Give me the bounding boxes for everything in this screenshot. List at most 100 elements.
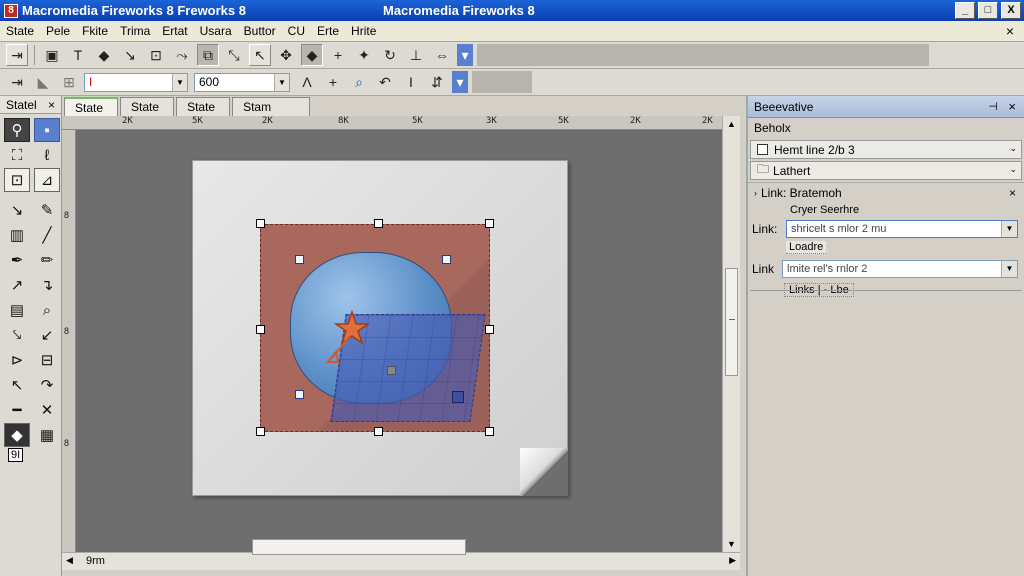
plus-icon[interactable]: +: [322, 71, 344, 93]
hotspot-tool-icon[interactable]: ↖: [4, 373, 30, 397]
menu-trima[interactable]: Trima: [114, 24, 156, 38]
chevron-down-icon[interactable]: ▼: [172, 73, 187, 91]
loadre-text[interactable]: Loadre: [786, 240, 827, 254]
text-tool-icon[interactable]: T: [67, 44, 89, 66]
checkbox[interactable]: [757, 144, 768, 155]
group-icon[interactable]: ⧉: [197, 44, 219, 66]
expand-arrow-icon[interactable]: ›: [754, 188, 757, 198]
zoom-icon[interactable]: ⌕: [348, 71, 370, 93]
tab-state-3[interactable]: State: [176, 97, 231, 116]
selection-handle[interactable]: [256, 427, 265, 436]
color-field[interactable]: I ▼: [84, 72, 188, 92]
select-behind-icon[interactable]: ▪: [34, 118, 60, 142]
scroll-left-icon[interactable]: ◀: [66, 555, 73, 566]
subselect-tool-icon[interactable]: ↘: [4, 198, 30, 222]
swirl-icon[interactable]: ↻: [379, 44, 401, 66]
pin-icon[interactable]: ⊣: [988, 100, 998, 113]
blob-handle[interactable]: [442, 255, 451, 264]
tab-state-1[interactable]: State: [64, 97, 119, 116]
center-point-handle[interactable]: [387, 366, 396, 375]
scale-icon[interactable]: ⤡: [223, 44, 245, 66]
subselect-icon[interactable]: ↘: [119, 44, 141, 66]
arrow-select-icon[interactable]: ↖: [249, 44, 271, 66]
canvas-area[interactable]: [76, 130, 722, 552]
line-tool-icon[interactable]: ╱: [34, 223, 60, 247]
panel-row-lathert[interactable]: 🗀 Lathert ⌄: [750, 161, 1022, 180]
horizontal-scrollbar[interactable]: ◀ 9rm ▶: [62, 539, 740, 570]
horizontal-scroll-thumb[interactable]: [252, 539, 466, 555]
paint-icon[interactable]: ◆: [93, 44, 115, 66]
panel-row-link-bratemoh[interactable]: › Link: Bratemoh ×: [748, 182, 1024, 202]
size-field[interactable]: 600 ▼: [194, 72, 290, 92]
swatch-tool-icon[interactable]: ▦: [34, 423, 60, 447]
tab-stam[interactable]: Stam: [232, 97, 311, 116]
crop-tool-icon[interactable]: ⛶: [4, 143, 30, 167]
gray-pointer-icon[interactable]: ◣: [32, 71, 54, 93]
curve-tool-icon[interactable]: ↷: [34, 373, 60, 397]
reshape-tool-icon[interactable]: ↙: [34, 323, 60, 347]
pointer-icon[interactable]: ⇥: [6, 44, 28, 66]
pointer-tool-icon[interactable]: ⚲: [4, 118, 30, 142]
tools-panel-close-icon[interactable]: ×: [48, 98, 55, 112]
maximize-button[interactable]: □: [978, 2, 998, 19]
vertical-scrollbar[interactable]: ▲ ▼: [722, 116, 740, 552]
star-object[interactable]: [320, 306, 380, 366]
selection-handle[interactable]: [256, 219, 265, 228]
pen-tool-icon[interactable]: ✒: [4, 248, 30, 272]
scroll-down-icon[interactable]: ▼: [723, 536, 740, 552]
cancel-tool-icon[interactable]: ✕: [34, 398, 60, 422]
lock-icon[interactable]: ⊡: [145, 44, 167, 66]
menu-hrite[interactable]: Hrite: [345, 24, 382, 38]
layer-icon[interactable]: ⊞: [58, 71, 80, 93]
blue-grid-handle[interactable]: [452, 391, 464, 403]
link1-input[interactable]: shricelt s mlor 2 mu ▼: [786, 220, 1018, 238]
scroll-right-icon[interactable]: ▶: [729, 555, 736, 566]
flip-icon[interactable]: ⇵: [426, 71, 448, 93]
text-cursor-icon[interactable]: I: [400, 71, 422, 93]
document-close-icon[interactable]: ×: [1006, 23, 1014, 39]
vertical-scroll-thumb[interactable]: [725, 268, 738, 376]
blob-handle[interactable]: [295, 255, 304, 264]
panel-row-hemt[interactable]: Hemt line 2/b 3 ⌄: [750, 140, 1022, 159]
scale-tool-icon[interactable]: ⊡: [4, 168, 30, 192]
rectangle-tool-icon[interactable]: ▤: [4, 298, 30, 322]
chevron-down-icon[interactable]: ▼: [1001, 261, 1017, 277]
selection-handle[interactable]: [485, 325, 494, 334]
chevron-down-icon[interactable]: ⌄: [1009, 143, 1017, 154]
minimize-button[interactable]: _: [955, 2, 975, 19]
close-row-icon[interactable]: ×: [1009, 186, 1016, 200]
menu-erte[interactable]: Erte: [311, 24, 345, 38]
distribute-icon[interactable]: ⇔: [431, 44, 453, 66]
undo-icon[interactable]: ↶: [374, 71, 396, 93]
menu-ertat[interactable]: Ertat: [156, 24, 193, 38]
menu-buttor[interactable]: Buttor: [238, 24, 282, 38]
menu-state[interactable]: State: [0, 24, 40, 38]
blur-icon[interactable]: ✦: [353, 44, 375, 66]
pen-icon[interactable]: Λ: [296, 71, 318, 93]
stroke-tool-icon[interactable]: ━: [4, 398, 30, 422]
close-button[interactable]: X: [1001, 2, 1021, 19]
move-icon[interactable]: ✥: [275, 44, 297, 66]
link2-input[interactable]: lmite rel's rnlor 2 ▼: [782, 260, 1018, 278]
selection-handle[interactable]: [374, 427, 383, 436]
toolbar2-dropdown-icon[interactable]: ▾: [452, 71, 468, 93]
node-icon[interactable]: ⇥: [6, 71, 28, 93]
play-tool-icon[interactable]: ⊳: [4, 348, 30, 372]
align-icon[interactable]: ⊥: [405, 44, 427, 66]
selection-handle[interactable]: [256, 325, 265, 334]
selection-handle[interactable]: [485, 219, 494, 228]
knife-tool-icon[interactable]: ⤥: [4, 323, 30, 347]
menu-fkite[interactable]: Fkite: [76, 24, 114, 38]
path-icon[interactable]: ⤳: [171, 44, 193, 66]
hand-tool-icon[interactable]: ◆: [4, 423, 30, 447]
toolbar-dropdown-icon[interactable]: ▾: [457, 44, 473, 66]
selection-handle[interactable]: [374, 219, 383, 228]
cursor-icon[interactable]: ◆: [301, 44, 323, 66]
chevron-down-icon[interactable]: ▼: [1001, 221, 1017, 237]
eyedropper-tool-icon[interactable]: ✎: [34, 198, 60, 222]
menu-pele[interactable]: Pele: [40, 24, 76, 38]
skew-tool-icon[interactable]: ⊿: [34, 168, 60, 192]
pencil-tool-icon[interactable]: ✏: [34, 248, 60, 272]
chevron-down-icon[interactable]: ▼: [274, 73, 289, 91]
scroll-up-icon[interactable]: ▲: [723, 116, 740, 132]
